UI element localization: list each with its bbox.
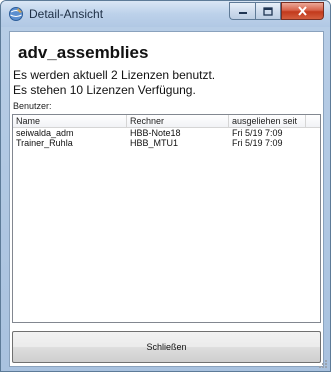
window-controls xyxy=(229,2,324,21)
cell-computer: HBB_MTU1 xyxy=(130,138,179,148)
cell-borrowed-since: Fri 5/19 7:09 xyxy=(232,128,283,138)
table-row[interactable]: seiwalda_adm HBB-Note18 Fri 5/19 7:09 xyxy=(13,128,320,138)
cell-borrowed-since: Fri 5/19 7:09 xyxy=(232,138,283,148)
licenses-used-text: Es werden aktuell 2 Lizenzen benutzt. xyxy=(13,68,216,82)
minimize-button[interactable] xyxy=(229,2,255,20)
cell-name: Trainer_Ruhla xyxy=(16,138,73,148)
users-label: Benutzer: xyxy=(13,101,52,111)
page-title: adv_assemblies xyxy=(18,43,149,62)
table-row[interactable]: Trainer_Ruhla HBB_MTU1 Fri 5/19 7:09 xyxy=(13,138,320,148)
cell-computer: HBB-Note18 xyxy=(130,128,181,138)
close-icon xyxy=(298,6,307,16)
resize-grip-icon[interactable] xyxy=(318,359,328,369)
licenses-available-text: Es stehen 10 Lizenzen Verfügung. xyxy=(13,83,196,97)
globe-app-icon xyxy=(9,7,23,21)
list-header: Name Rechner ausgeliehen seit xyxy=(13,115,320,128)
column-header-computer[interactable]: Rechner xyxy=(127,115,229,127)
maximize-icon xyxy=(263,6,273,16)
client-area: adv_assemblies Es werden aktuell 2 Lizen… xyxy=(9,31,324,367)
title-bar[interactable]: Detail-Ansicht xyxy=(1,1,330,27)
window-close-button[interactable] xyxy=(281,2,324,20)
close-button[interactable]: Schließen xyxy=(12,331,321,363)
users-list[interactable]: Name Rechner ausgeliehen seit seiwalda_a… xyxy=(12,114,321,323)
window-title: Detail-Ansicht xyxy=(29,7,104,21)
detail-window: Detail-Ansicht adv_assemblies Es werden … xyxy=(0,0,331,372)
maximize-button[interactable] xyxy=(255,2,281,20)
minimize-icon xyxy=(238,12,247,14)
cell-name: seiwalda_adm xyxy=(16,128,74,138)
column-header-name[interactable]: Name xyxy=(13,115,127,127)
column-header-borrowed-since[interactable]: ausgeliehen seit xyxy=(229,115,306,127)
